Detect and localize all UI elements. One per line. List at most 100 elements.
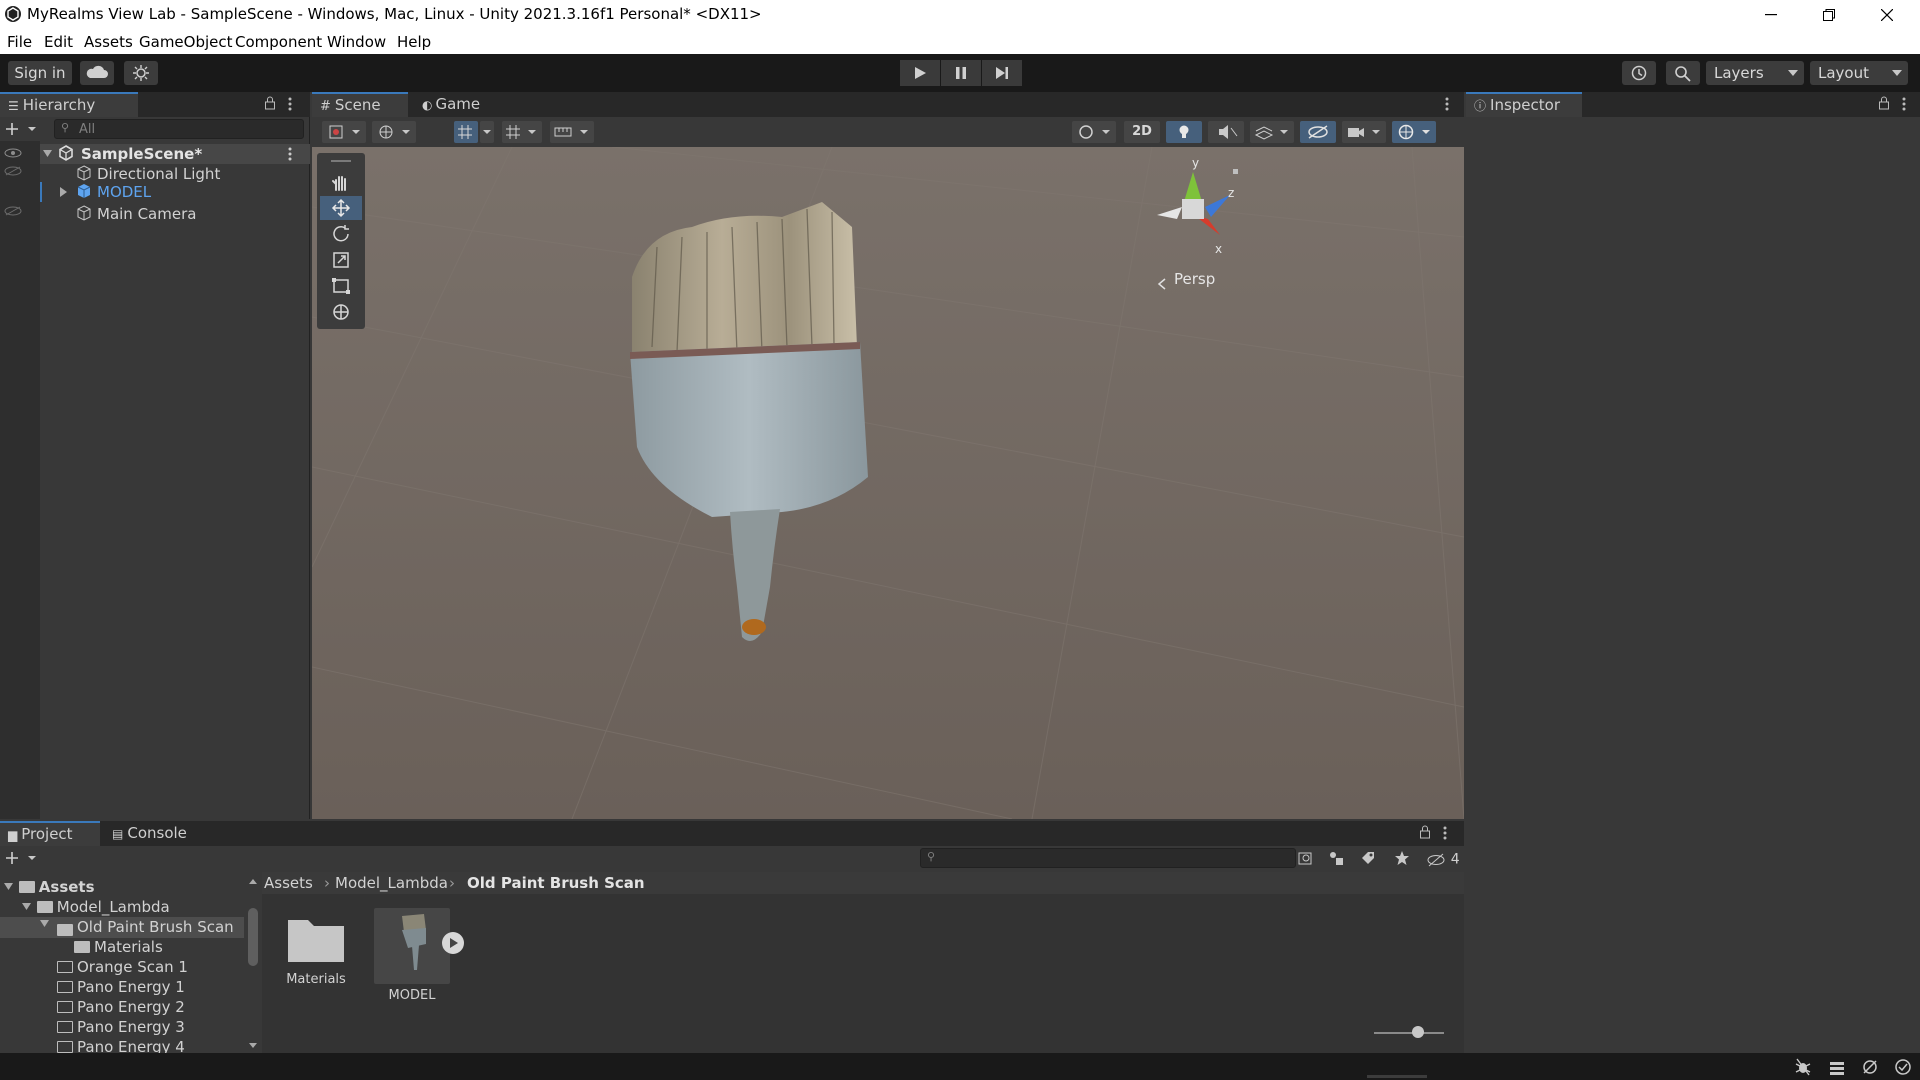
tree-item[interactable]: Pano Energy 1 [57, 978, 185, 996]
move-tool[interactable] [320, 196, 362, 220]
tab-hierarchy[interactable]: ☰ Hierarchy [0, 92, 138, 117]
cloud-button[interactable] [80, 61, 114, 85]
scroll-down-icon[interactable] [247, 1040, 259, 1050]
drag-handle[interactable] [331, 160, 351, 162]
zoom-slider-track[interactable] [1374, 1032, 1444, 1034]
breadcrumb-current[interactable]: Old Paint Brush Scan [467, 874, 645, 892]
auto-lighting-icon[interactable] [1861, 1058, 1879, 1076]
expand-prefab-button[interactable] [442, 932, 464, 954]
scene-visibility-toggle[interactable] [1300, 121, 1336, 143]
tree-item[interactable]: Pano Energy 3 [57, 1018, 185, 1036]
scene-row[interactable]: SampleScene* [40, 144, 310, 164]
more-menu-icon[interactable] [1902, 97, 1906, 111]
step-button[interactable] [982, 60, 1022, 86]
more-menu-icon[interactable] [288, 147, 292, 161]
restore-button[interactable] [1800, 0, 1858, 30]
gizmo-center[interactable] [1182, 199, 1204, 219]
hidden-packages-toggle[interactable]: 4 [1426, 850, 1460, 868]
menu-file[interactable]: File [7, 33, 32, 51]
grid-snap-menu[interactable] [480, 121, 494, 143]
play-button[interactable] [900, 60, 940, 86]
grid-snap-toggle[interactable] [454, 121, 478, 143]
more-menu-icon[interactable] [288, 97, 292, 111]
lighting-toggle[interactable] [1166, 121, 1202, 143]
menu-help[interactable]: Help [397, 33, 431, 51]
asset-item[interactable]: Materials [284, 910, 348, 998]
add-object-button[interactable] [6, 122, 40, 136]
tree-item[interactable]: Pano Energy 2 [57, 998, 185, 1016]
progress-check-icon[interactable] [1894, 1058, 1912, 1076]
debug-bug-icon[interactable] [1794, 1058, 1812, 1076]
more-menu-icon[interactable] [1445, 97, 1449, 111]
label-tag-icon[interactable] [1360, 850, 1376, 866]
scroll-up-icon[interactable] [247, 876, 259, 886]
tree-scrollbar[interactable] [247, 872, 259, 1053]
hierarchy-item-model[interactable]: MODEL [40, 182, 310, 202]
layout-dropdown[interactable]: Layout [1810, 61, 1908, 85]
breadcrumb-item[interactable]: Model_Lambda [335, 874, 448, 892]
tab-project[interactable]: ▆ Project [0, 821, 100, 846]
lock-icon[interactable] [1878, 96, 1890, 110]
gizmo-lock[interactable] [1233, 169, 1238, 174]
gizmos-dropdown[interactable] [1392, 121, 1436, 143]
scene-3d-view[interactable]: y z x Persp [312, 147, 1464, 819]
filter-type-icon[interactable] [1328, 850, 1344, 866]
grid-visibility-toggle[interactable] [502, 121, 542, 143]
tab-console[interactable]: ▤ Console [104, 821, 204, 846]
lock-icon[interactable] [264, 96, 276, 110]
tree-item[interactable]: Model_Lambda [22, 898, 170, 916]
minimize-button[interactable] [1742, 0, 1800, 30]
tree-item[interactable]: Orange Scan 1 [57, 958, 188, 976]
create-asset-button[interactable] [6, 851, 40, 865]
cache-server-icon[interactable] [1828, 1058, 1846, 1076]
tree-item[interactable]: Materials [74, 938, 163, 956]
project-search-input[interactable]: ⚲ [920, 848, 1296, 868]
persp-label[interactable]: Persp [1174, 270, 1215, 288]
tree-item-assets[interactable]: Assets [4, 878, 95, 896]
close-window-button[interactable] [1858, 0, 1916, 30]
effects-dropdown[interactable] [1250, 121, 1294, 143]
rect-tool[interactable] [320, 274, 362, 298]
menu-assets[interactable]: Assets [84, 33, 133, 51]
scene-viewport[interactable]: y z x Persp [312, 147, 1464, 819]
camera-dropdown[interactable] [1342, 121, 1386, 143]
visibility-icon[interactable] [3, 148, 23, 158]
draw-mode-dropdown[interactable] [322, 121, 366, 143]
tab-inspector[interactable]: ⓘ Inspector [1466, 92, 1582, 117]
sign-in-button[interactable]: Sign in [8, 61, 72, 85]
audio-toggle[interactable] [1208, 121, 1244, 143]
collab-button[interactable] [124, 61, 158, 85]
search-button[interactable] [1666, 61, 1700, 85]
menu-edit[interactable]: Edit [44, 33, 73, 51]
picking-icon[interactable] [3, 166, 23, 176]
rotate-tool[interactable] [320, 222, 362, 246]
2d-toggle[interactable]: 2D [1124, 121, 1160, 143]
zoom-slider-thumb[interactable] [1412, 1026, 1424, 1038]
picking-icon[interactable] [3, 206, 23, 216]
tab-scene[interactable]: # Scene [312, 92, 408, 117]
scale-tool[interactable] [320, 248, 362, 272]
hierarchy-search-input[interactable]: ⚲ All [54, 119, 304, 139]
tree-item-selected[interactable]: Old Paint Brush Scan [0, 917, 244, 938]
tab-game[interactable]: ◐ Game [414, 92, 494, 117]
search-by-type-icon[interactable] [1298, 850, 1314, 866]
global-toggle[interactable] [372, 121, 416, 143]
collapse-arrow-icon[interactable] [60, 187, 68, 197]
menu-window[interactable]: Window [327, 33, 386, 51]
transform-tool[interactable] [320, 300, 362, 324]
breadcrumb-item[interactable]: Assets [264, 874, 313, 892]
menu-component[interactable]: Component [235, 33, 322, 51]
pause-button[interactable] [941, 60, 981, 86]
asset-item[interactable]: MODEL [374, 908, 464, 1003]
more-menu-icon[interactable] [1443, 826, 1447, 840]
scroll-thumb[interactable] [248, 908, 258, 966]
favorite-star-icon[interactable] [1394, 850, 1410, 866]
layers-dropdown[interactable]: Layers [1706, 61, 1804, 85]
history-button[interactable] [1622, 61, 1656, 85]
render-mode-dropdown[interactable] [1072, 121, 1116, 143]
lock-icon[interactable] [1419, 825, 1431, 839]
expand-arrow-icon[interactable] [43, 150, 53, 158]
hand-tool[interactable] [320, 170, 362, 194]
menu-gameobject[interactable]: GameObject [139, 33, 233, 51]
increment-snap-toggle[interactable] [550, 121, 594, 143]
